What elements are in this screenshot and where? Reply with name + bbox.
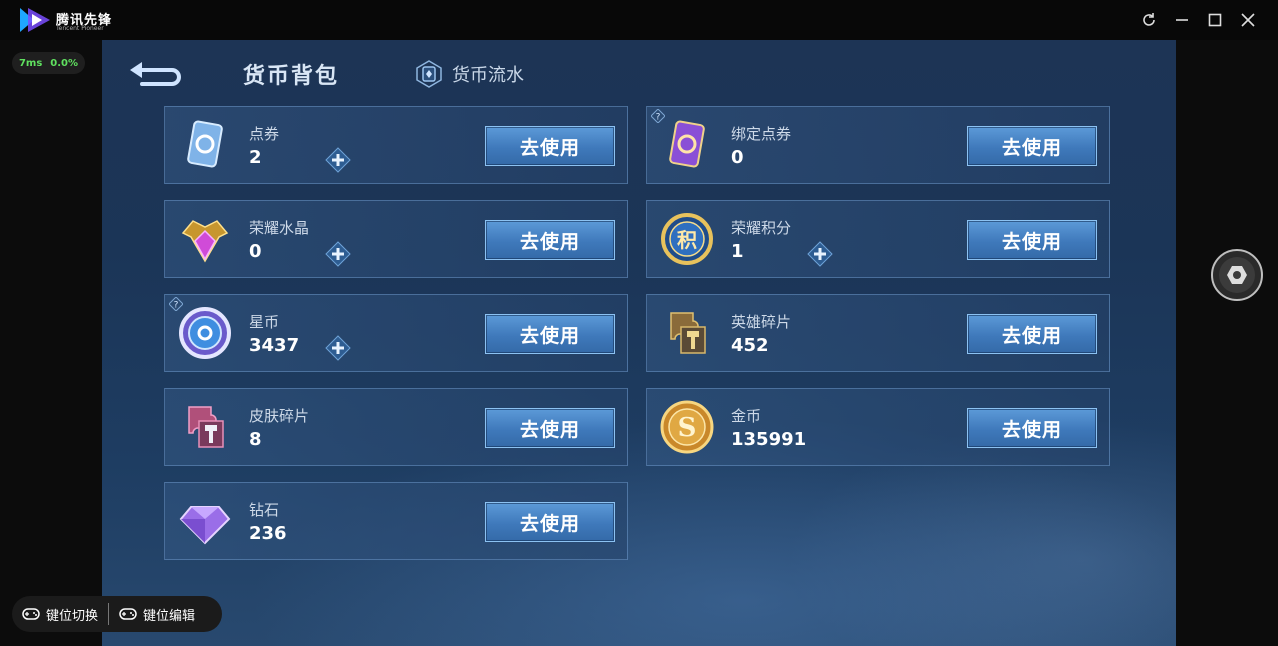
use-star-coin-button[interactable]: 去使用 bbox=[485, 314, 615, 354]
left-sidebar bbox=[0, 40, 102, 646]
currency-card-diamond: 钻石 236 去使用 bbox=[164, 482, 628, 560]
currency-name: 点券 bbox=[249, 125, 280, 143]
currency-name: 英雄碎片 bbox=[731, 313, 792, 331]
currency-name: 绑定点券 bbox=[731, 125, 792, 143]
key-switch-label: 键位切换 bbox=[46, 608, 99, 624]
currency-card-skin-fragment: 皮肤碎片 8 去使用 bbox=[164, 388, 628, 466]
app-brand: 腾讯先锋 Tencent Pioneer bbox=[18, 6, 111, 36]
currency-name: 荣耀水晶 bbox=[249, 219, 310, 237]
packet-loss-value: 0.0% bbox=[50, 57, 79, 69]
right-sidebar bbox=[1176, 40, 1278, 646]
gold-coin-icon: S bbox=[660, 400, 714, 454]
currency-name: 皮肤碎片 bbox=[249, 407, 310, 425]
currency-value: 135991 bbox=[731, 429, 807, 450]
latency-value: 7ms bbox=[18, 57, 43, 69]
flow-tab-label: 货币流水 bbox=[452, 65, 524, 86]
currency-value: 8 bbox=[249, 429, 262, 450]
key-edit-button[interactable]: 键位编辑 bbox=[109, 605, 205, 624]
currency-card-bound-voucher: ? 绑定点券 0 去使用 bbox=[646, 106, 1110, 184]
back-arrow-icon bbox=[130, 62, 181, 86]
maximize-icon[interactable] bbox=[1205, 10, 1225, 30]
skin-fragment-icon bbox=[188, 406, 224, 448]
close-icon[interactable] bbox=[1238, 10, 1258, 30]
network-stats-badge: 7ms 0.0% bbox=[12, 52, 85, 74]
add-glory-points-button[interactable] bbox=[807, 241, 833, 267]
currency-name: 金币 bbox=[731, 407, 762, 425]
flow-record-icon bbox=[416, 60, 442, 88]
currency-value: 452 bbox=[731, 335, 769, 356]
add-glory-crystal-button[interactable] bbox=[325, 241, 351, 267]
currency-card-star-coin: ? 星币 3437 去使用 bbox=[164, 294, 628, 372]
key-mapping-bar: 键位切换 键位编辑 bbox=[12, 596, 222, 632]
glory-crystal-icon bbox=[181, 220, 229, 263]
currency-value: 0 bbox=[249, 241, 262, 262]
currency-name: 钻石 bbox=[249, 501, 280, 519]
hero-fragment-icon bbox=[670, 312, 706, 354]
window-titlebar: 腾讯先锋 Tencent Pioneer bbox=[0, 0, 1278, 40]
floating-settings-button[interactable] bbox=[1211, 249, 1263, 301]
page-title: 货币背包 bbox=[243, 64, 340, 89]
diamond-icon bbox=[179, 506, 231, 545]
currency-card-voucher: 点券 2 去使用 bbox=[164, 106, 628, 184]
currency-value: 0 bbox=[731, 147, 744, 168]
currency-card-hero-fragment: 英雄碎片 452 去使用 bbox=[646, 294, 1110, 372]
game-screen: 货币背包 货币流水 点券 2 去使用 ? 绑定点券 0 去使用 荣耀水晶 0 去… bbox=[102, 40, 1176, 646]
currency-value: 3437 bbox=[249, 335, 300, 356]
back-button[interactable] bbox=[128, 58, 184, 88]
currency-value: 1 bbox=[731, 241, 744, 262]
minimize-icon[interactable] bbox=[1172, 10, 1192, 30]
app-subname: Tencent Pioneer bbox=[56, 25, 104, 32]
use-gold-coin-button[interactable]: 去使用 bbox=[967, 408, 1097, 448]
key-switch-button[interactable]: 键位切换 bbox=[12, 605, 108, 624]
key-edit-label: 键位编辑 bbox=[143, 608, 196, 624]
currency-value: 2 bbox=[249, 147, 262, 168]
currency-name: 星币 bbox=[249, 313, 280, 331]
app-logo-icon bbox=[20, 8, 50, 32]
star-coin-icon bbox=[179, 307, 231, 359]
currency-value: 236 bbox=[249, 523, 287, 544]
gamepad-icon bbox=[119, 608, 137, 620]
use-diamond-button[interactable]: 去使用 bbox=[485, 502, 615, 542]
refresh-icon[interactable] bbox=[1139, 10, 1159, 30]
use-skin-fragment-button[interactable]: 去使用 bbox=[485, 408, 615, 448]
currency-card-glory-crystal: 荣耀水晶 0 去使用 bbox=[164, 200, 628, 278]
add-voucher-button[interactable] bbox=[325, 147, 351, 173]
use-hero-fragment-button[interactable]: 去使用 bbox=[967, 314, 1097, 354]
bound-voucher-icon bbox=[669, 120, 705, 168]
tab-currency-flow[interactable]: 货币流水 bbox=[416, 58, 524, 90]
use-glory-crystal-button[interactable]: 去使用 bbox=[485, 220, 615, 260]
voucher-card-icon bbox=[187, 120, 223, 168]
svg-text:积: 积 bbox=[677, 228, 697, 252]
hexagon-icon bbox=[1227, 266, 1247, 284]
currency-name: 荣耀积分 bbox=[731, 219, 792, 237]
use-voucher-button[interactable]: 去使用 bbox=[485, 126, 615, 166]
currency-card-glory-points: 积 荣耀积分 1 去使用 bbox=[646, 200, 1110, 278]
glory-points-icon: 积 bbox=[661, 213, 713, 265]
add-star-coin-button[interactable] bbox=[325, 335, 351, 361]
use-bound-voucher-button[interactable]: 去使用 bbox=[967, 126, 1097, 166]
use-glory-points-button[interactable]: 去使用 bbox=[967, 220, 1097, 260]
svg-text:S: S bbox=[678, 413, 697, 443]
currency-card-gold-coin: S 金币 135991 去使用 bbox=[646, 388, 1110, 466]
gamepad-icon bbox=[22, 608, 40, 620]
